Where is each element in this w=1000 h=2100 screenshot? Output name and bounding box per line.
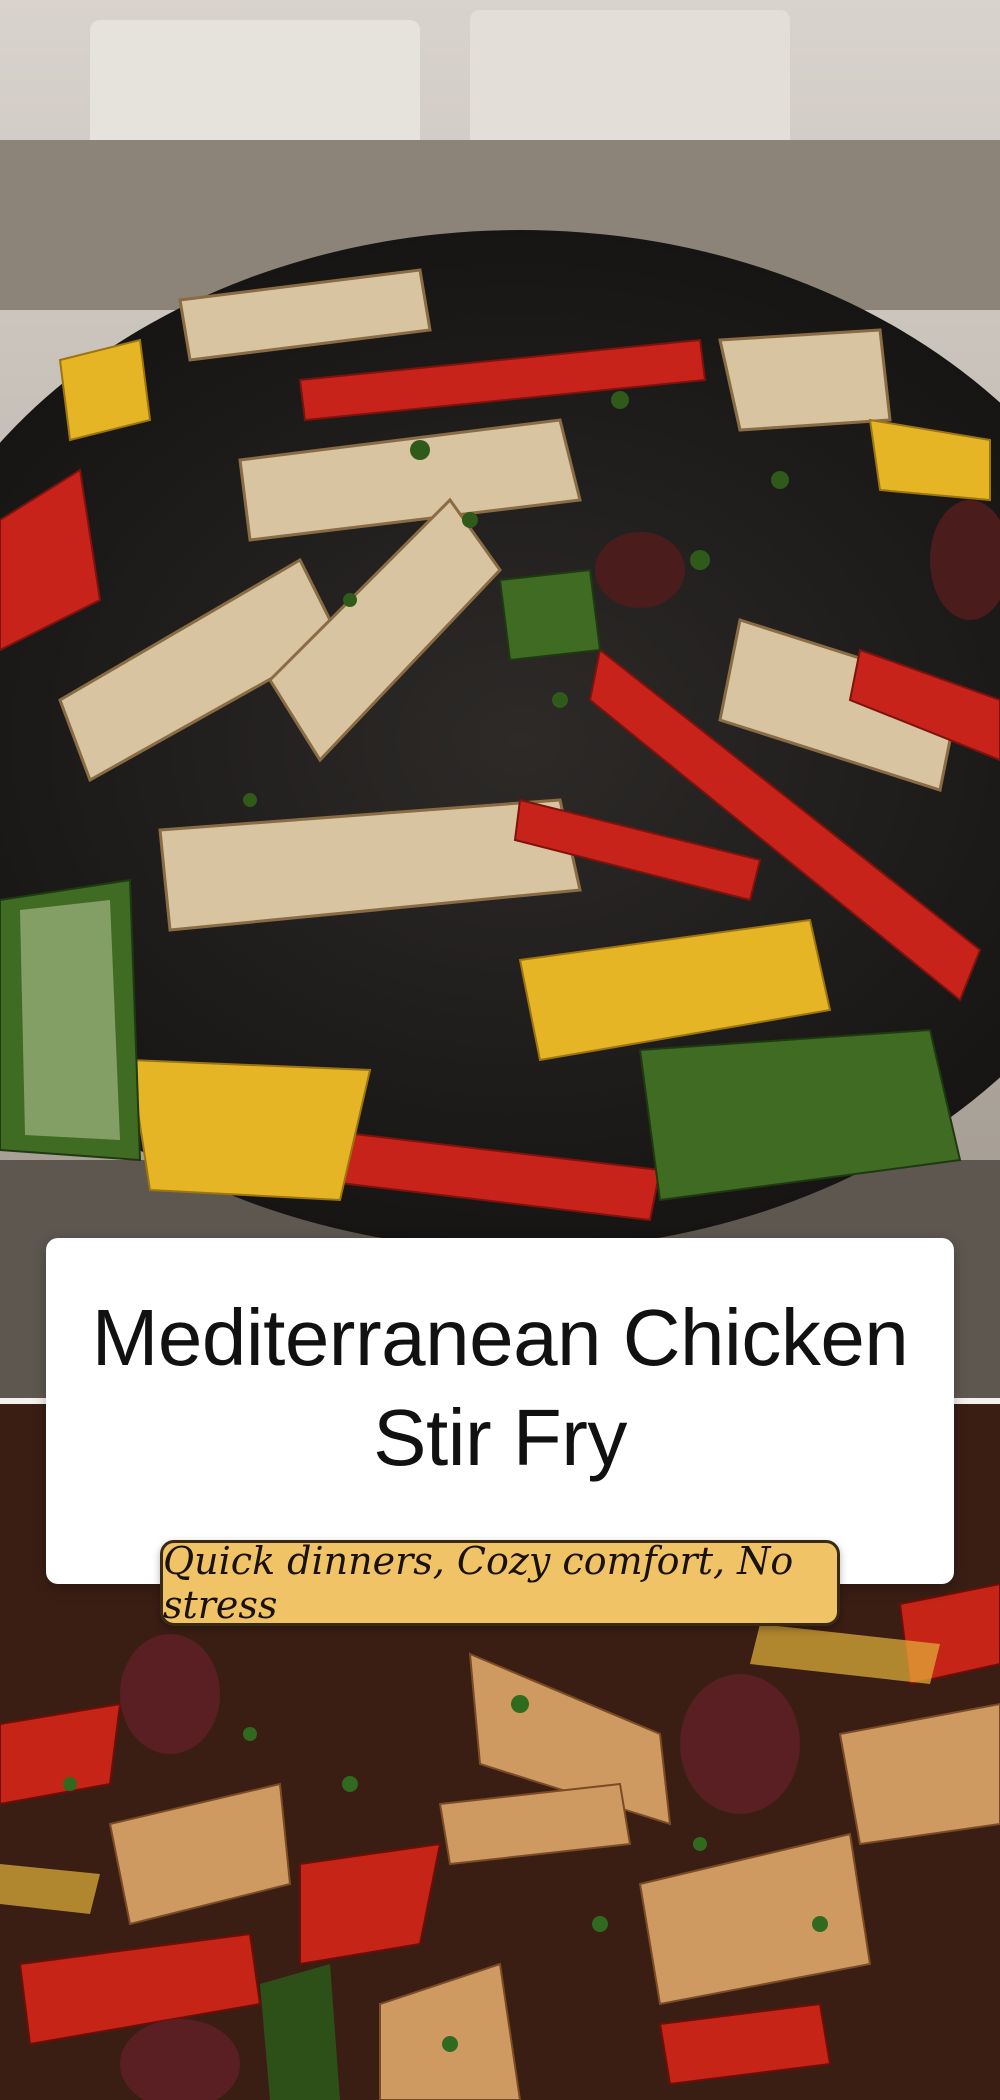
- recipe-title-card: Mediterranean Chicken Stir Fry: [46, 1238, 954, 1584]
- tagline-text: Quick dinners, Cozy comfort, No stress: [163, 1539, 794, 1627]
- tagline-badge: Quick dinners, Cozy comfort, No stress: [160, 1539, 840, 1627]
- top-food-photo: [0, 0, 1000, 1398]
- recipe-title: Mediterranean Chicken Stir Fry: [91, 1293, 909, 1482]
